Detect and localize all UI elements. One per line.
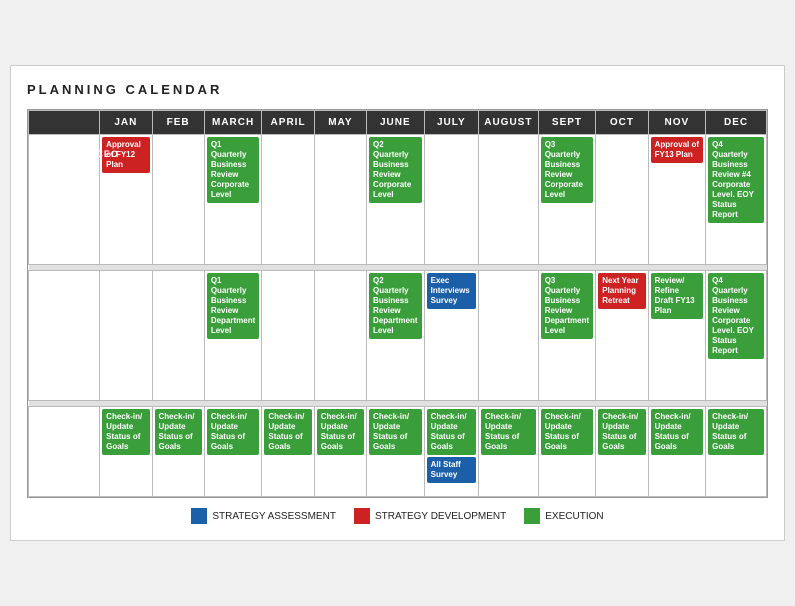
month-sep: SEPT	[538, 111, 596, 135]
board-jan-event: Approval of FY12 Plan	[102, 137, 149, 173]
vp-aug	[479, 271, 539, 401]
legend-execution: EXECUTION	[524, 508, 603, 524]
board-may	[314, 135, 366, 265]
month-may: MAY	[314, 111, 366, 135]
mgr-jan-event: Check-in/ Update Status of Goals	[102, 409, 149, 455]
vp-feb	[152, 271, 204, 401]
board-sep: Q3 Quarterly Business Review Corporate L…	[538, 135, 596, 265]
vp-dec-event: Q4 Quarterly Business Review Corporate L…	[708, 273, 764, 359]
mgr-dec-event: Check-in/ Update Status of Goals	[708, 409, 764, 455]
board-oct	[596, 135, 648, 265]
mgr-feb-event: Check-in/ Update Status of Goals	[155, 409, 202, 455]
board-jun: Q2 Quarterly Business Review Corporate L…	[367, 135, 425, 265]
month-aug: AUGUST	[479, 111, 539, 135]
vp-dec: Q4 Quarterly Business Review Corporate L…	[706, 271, 767, 401]
mgr-apr: Check-in/ Update Status of Goals	[262, 407, 314, 497]
mgr-may-event: Check-in/ Update Status of Goals	[317, 409, 364, 455]
legend-strategy-assessment-label: STRATEGY ASSESSMENT	[212, 511, 336, 522]
mgr-jun: Check-in/ Update Status of Goals	[367, 407, 425, 497]
mgr-jul-event1: Check-in/ Update Status of Goals	[427, 409, 476, 455]
vp-oct: Next Year Planning Retreat	[596, 271, 648, 401]
legend-red-box	[354, 508, 370, 524]
mgr-may: Check-in/ Update Status of Goals	[314, 407, 366, 497]
board-jan: Approval of FY12 Plan	[100, 135, 152, 265]
mgr-jul: Check-in/ Update Status of Goals All Sta…	[424, 407, 478, 497]
legend-strategy-development-label: STRATEGY DEVELOPMENT	[375, 511, 506, 522]
month-jun: JUNE	[367, 111, 425, 135]
mgr-aug: Check-in/ Update Status of Goals	[479, 407, 539, 497]
mgr-oct-event: Check-in/ Update Status of Goals	[598, 409, 645, 455]
mgr-jan: Check-in/ Update Status of Goals	[100, 407, 152, 497]
month-oct: OCT	[596, 111, 648, 135]
vp-jun-event: Q2 Quarterly Business Review Department …	[369, 273, 422, 339]
mgr-mar: Check-in/ Update Status of Goals	[204, 407, 262, 497]
vp-sep: Q3 Quarterly Business Review Department …	[538, 271, 596, 401]
vp-may	[314, 271, 366, 401]
board-nov: Approval of FY13 Plan	[648, 135, 706, 265]
month-dec: DEC	[706, 111, 767, 135]
month-nov: NOV	[648, 111, 706, 135]
managers-label: MANAGERS /ALL STAFF	[29, 407, 100, 497]
legend-blue-box	[191, 508, 207, 524]
month-jul: JULY	[424, 111, 478, 135]
vp-jul: Exec Interviews Survey	[424, 271, 478, 401]
calendar-wrapper: JAN FEB MARCH APRIL MAY JUNE JULY AUGUST…	[27, 109, 768, 498]
mgr-nov-event: Check-in/ Update Status of Goals	[651, 409, 704, 455]
legend-execution-label: EXECUTION	[545, 511, 603, 522]
mgr-jul-event2: All Staff Survey	[427, 457, 476, 483]
mgr-sep-event: Check-in/ Update Status of Goals	[541, 409, 594, 455]
vp-row: VP / EXECUTIVELEADERSHIP Q1 Quarterly Bu…	[29, 271, 767, 401]
mgr-dec: Check-in/ Update Status of Goals	[706, 407, 767, 497]
mgr-mar-event: Check-in/ Update Status of Goals	[207, 409, 260, 455]
board-feb	[152, 135, 204, 265]
mgr-feb: Check-in/ Update Status of Goals	[152, 407, 204, 497]
calendar-table: JAN FEB MARCH APRIL MAY JUNE JULY AUGUST…	[28, 110, 767, 497]
vp-jul-event: Exec Interviews Survey	[427, 273, 476, 309]
vp-jun: Q2 Quarterly Business Review Department …	[367, 271, 425, 401]
board-jul	[424, 135, 478, 265]
board-jun-event: Q2 Quarterly Business Review Corporate L…	[369, 137, 422, 203]
legend: STRATEGY ASSESSMENT STRATEGY DEVELOPMENT…	[27, 508, 768, 524]
month-mar: MARCH	[204, 111, 262, 135]
month-jan: JAN	[100, 111, 152, 135]
mgr-jun-event: Check-in/ Update Status of Goals	[369, 409, 422, 455]
board-dec: Q4 Quarterly Business Review #4 Corporat…	[706, 135, 767, 265]
vp-sep-event: Q3 Quarterly Business Review Department …	[541, 273, 594, 339]
month-feb: FEB	[152, 111, 204, 135]
board-apr	[262, 135, 314, 265]
board-mar: Q1 Quarterly Business Review Corporate L…	[204, 135, 262, 265]
board-mar-event: Q1 Quarterly Business Review Corporate L…	[207, 137, 260, 203]
mgr-nov: Check-in/ Update Status of Goals	[648, 407, 706, 497]
corner-header	[29, 111, 100, 135]
month-apr: APRIL	[262, 111, 314, 135]
legend-green-box	[524, 508, 540, 524]
mgr-apr-event: Check-in/ Update Status of Goals	[264, 409, 311, 455]
board-sep-event: Q3 Quarterly Business Review Corporate L…	[541, 137, 594, 203]
board-dec-event: Q4 Quarterly Business Review #4 Corporat…	[708, 137, 764, 223]
legend-strategy-assessment: STRATEGY ASSESSMENT	[191, 508, 336, 524]
mgr-sep: Check-in/ Update Status of Goals	[538, 407, 596, 497]
vp-nov: Review/ Refine Draft FY13 Plan	[648, 271, 706, 401]
board-label: BOARD OFDIRECTORS/CEO	[29, 135, 100, 265]
managers-row: MANAGERS /ALL STAFF Check-in/ Update Sta…	[29, 407, 767, 497]
vp-nov-event: Review/ Refine Draft FY13 Plan	[651, 273, 704, 319]
vp-jan	[100, 271, 152, 401]
vp-label: VP / EXECUTIVELEADERSHIP	[29, 271, 100, 401]
mgr-aug-event: Check-in/ Update Status of Goals	[481, 409, 536, 455]
board-row: BOARD OFDIRECTORS/CEO Approval of FY12 P…	[29, 135, 767, 265]
mgr-oct: Check-in/ Update Status of Goals	[596, 407, 648, 497]
page-title: PLANNING CALENDAR	[27, 82, 768, 97]
vp-mar-event: Q1 Quarterly Business Review Department …	[207, 273, 260, 339]
board-nov-event: Approval of FY13 Plan	[651, 137, 704, 163]
vp-oct-event: Next Year Planning Retreat	[598, 273, 645, 309]
page-container: PLANNING CALENDAR JAN	[10, 65, 785, 541]
vp-apr	[262, 271, 314, 401]
legend-strategy-development: STRATEGY DEVELOPMENT	[354, 508, 506, 524]
board-aug	[479, 135, 539, 265]
header-row: JAN FEB MARCH APRIL MAY JUNE JULY AUGUST…	[29, 111, 767, 135]
vp-mar: Q1 Quarterly Business Review Department …	[204, 271, 262, 401]
